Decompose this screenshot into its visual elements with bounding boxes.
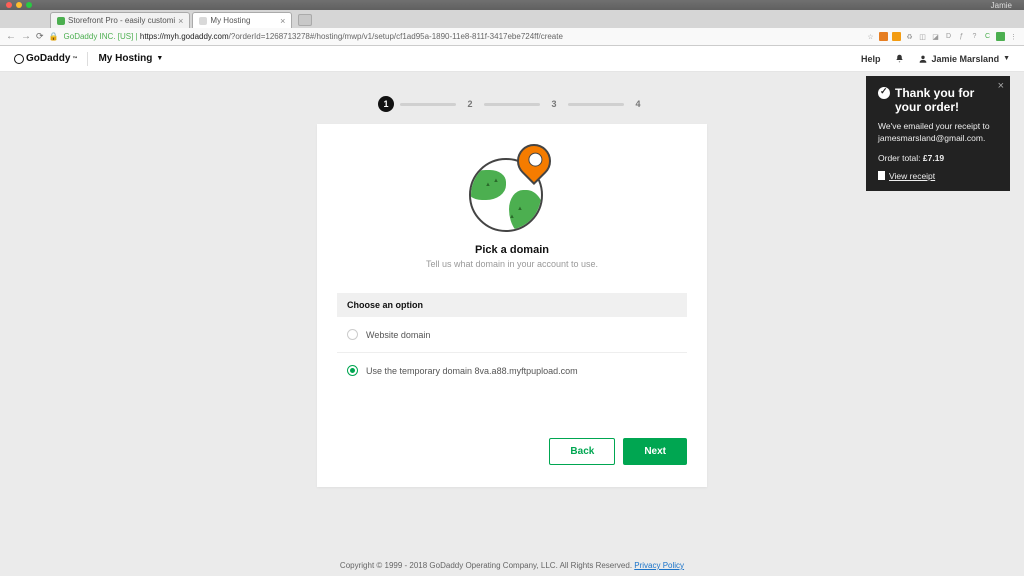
option-temporary-domain[interactable]: Use the temporary domain 8va.a88.myftpup…: [337, 353, 687, 388]
step-connector: [400, 103, 456, 106]
document-icon: [878, 171, 885, 180]
browser-toolbar: ← → ⟳ 🔒 GoDaddy INC. [US] | https://myh.…: [0, 28, 1024, 46]
browser-tab-myhosting[interactable]: My Hosting ×: [192, 12, 292, 28]
user-menu[interactable]: Jamie Marsland ▼: [918, 54, 1010, 64]
option-label: Website domain: [366, 330, 430, 340]
extension-icon[interactable]: ♻: [905, 32, 914, 41]
tab-title: Storefront Pro - easily customi: [68, 16, 175, 25]
order-toast: × Thank you for your order! We've emaile…: [866, 76, 1010, 191]
step-4: 4: [630, 96, 646, 112]
brand-text: GoDaddy: [26, 53, 70, 64]
check-circle-icon: [878, 87, 890, 99]
extension-icon[interactable]: ◫: [918, 32, 927, 41]
window-titlebar: Jamie: [0, 0, 1024, 10]
new-tab-button[interactable]: [298, 14, 312, 26]
extension-icons: ☆ ♻ ◫ ◪ D ƒ ? C ⋮: [866, 32, 1018, 41]
step-2: 2: [462, 96, 478, 112]
illustration: ▲ ▲ ▲ ▲: [337, 146, 687, 236]
radio-icon: [347, 329, 358, 340]
user-name: Jamie Marsland: [932, 54, 1000, 64]
window-minimize[interactable]: [16, 2, 22, 8]
divider: [87, 52, 88, 66]
toast-title-text: Thank you for your order!: [895, 86, 998, 115]
url-path: /?orderId=1268713278#/hosting/mwp/v1/set…: [229, 32, 563, 41]
radio-icon: [347, 365, 358, 376]
user-icon: [918, 54, 928, 64]
extension-icon[interactable]: [879, 32, 888, 41]
nav-my-hosting[interactable]: My Hosting ▼: [98, 53, 163, 64]
site-header: GoDaddy™ My Hosting ▼ Help Jamie Marslan…: [0, 46, 1024, 72]
extension-icon[interactable]: D: [944, 32, 953, 41]
card-subtitle: Tell us what domain in your account to u…: [337, 259, 687, 269]
extension-icon[interactable]: [892, 32, 901, 41]
extension-icon[interactable]: C: [983, 32, 992, 41]
step-connector: [484, 103, 540, 106]
godaddy-icon: [14, 54, 24, 64]
close-icon[interactable]: ×: [178, 16, 183, 26]
help-link[interactable]: Help: [861, 54, 881, 64]
extension-icon[interactable]: ◪: [931, 32, 940, 41]
chevron-down-icon: ▼: [156, 55, 163, 62]
page-footer: Copyright © 1999 - 2018 GoDaddy Operatin…: [0, 561, 1024, 570]
card-actions: Back Next: [337, 438, 687, 465]
close-icon[interactable]: ×: [998, 80, 1004, 92]
url-host: https://myh.godaddy.com: [140, 32, 229, 41]
back-button[interactable]: Back: [549, 438, 615, 465]
next-button[interactable]: Next: [623, 438, 687, 465]
traffic-lights: [6, 2, 32, 8]
favicon-icon: [57, 17, 65, 25]
domain-card: ▲ ▲ ▲ ▲ Pick a domain Tell us what domai…: [317, 124, 707, 487]
reload-icon[interactable]: ⟳: [36, 31, 44, 42]
window-fullscreen[interactable]: [26, 2, 32, 8]
toast-body: We've emailed your receipt to jamesmarsl…: [878, 121, 998, 145]
extension-icon[interactable]: ƒ: [957, 32, 966, 41]
window-close[interactable]: [6, 2, 12, 8]
favicon-icon: [199, 17, 207, 25]
url-secure-badge: GoDaddy INC. [US]: [64, 32, 134, 41]
extension-icon[interactable]: [996, 32, 1005, 41]
back-icon[interactable]: ←: [6, 31, 16, 42]
step-3: 3: [546, 96, 562, 112]
option-website-domain[interactable]: Website domain: [337, 317, 687, 353]
chevron-down-icon: ▼: [1003, 55, 1010, 62]
toast-order-total: Order total: £7.19: [878, 153, 998, 163]
bell-icon[interactable]: [895, 54, 904, 63]
privacy-policy-link[interactable]: Privacy Policy: [634, 561, 684, 570]
extension-icon[interactable]: ?: [970, 32, 979, 41]
card-title: Pick a domain: [337, 244, 687, 256]
menu-icon[interactable]: ⋮: [1009, 32, 1018, 41]
star-icon[interactable]: ☆: [866, 32, 875, 41]
view-receipt-link[interactable]: View receipt: [878, 171, 998, 181]
step-connector: [568, 103, 624, 106]
browser-tab-storefront[interactable]: Storefront Pro - easily customi ×: [50, 12, 190, 28]
step-1[interactable]: 1: [378, 96, 394, 112]
brand-logo[interactable]: GoDaddy™: [14, 53, 77, 64]
browser-tabs: Storefront Pro - easily customi × My Hos…: [0, 10, 1024, 28]
lock-icon: 🔒: [49, 32, 59, 41]
option-label: Use the temporary domain 8va.a88.myftpup…: [366, 366, 578, 376]
chrome-profile-label[interactable]: Jamie: [991, 1, 1012, 10]
option-header: Choose an option: [337, 293, 687, 317]
close-icon[interactable]: ×: [280, 16, 285, 26]
tab-title: My Hosting: [210, 16, 250, 25]
page-content: × Thank you for your order! We've emaile…: [0, 72, 1024, 576]
forward-icon[interactable]: →: [21, 31, 31, 42]
pin-icon: [517, 144, 551, 178]
nav-label: My Hosting: [98, 53, 152, 64]
address-bar[interactable]: GoDaddy INC. [US] | https://myh.godaddy.…: [64, 32, 861, 41]
